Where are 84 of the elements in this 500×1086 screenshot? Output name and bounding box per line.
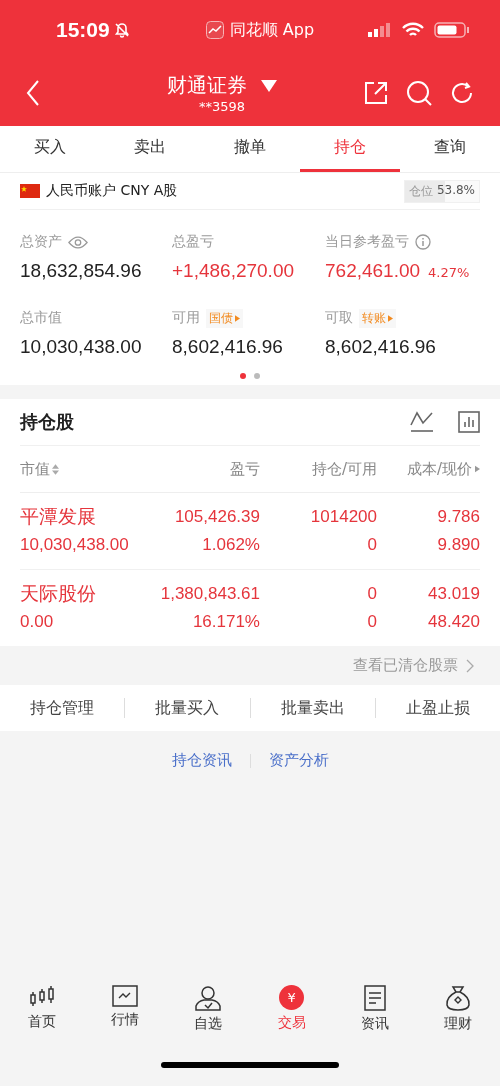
stat-label: 总资产 [20,233,62,251]
nav-tab[interactable]: ¥ 交易 [250,984,334,1044]
table-cell-text: 0 [366,535,377,555]
nav-tab[interactable]: 自选 [166,984,250,1044]
position-meter: 仓位 53.8% [403,179,480,203]
nav-tab[interactable]: 理财 [416,984,500,1044]
holding-row[interactable]: 平潭发展 105,426.39 1014200 9.786 10,030,438.00 1.062% 0 9.890 [20,493,480,570]
money-bag-icon [445,985,472,1011]
account-name: 人民币账户 CNY A股 [46,182,178,200]
status-time: 15:09 [56,18,110,42]
broker-title[interactable]: 财通证券 [167,72,247,99]
holding-row[interactable]: 天际股份 1,380,843.61 0 43.019 0.00 16.171% 0 48.420 [20,570,480,646]
table-cell-text: 0.00 [20,612,55,632]
back-icon[interactable] [26,80,40,106]
sort-icon [52,463,59,475]
trade-tab[interactable]: 撤单 [200,126,300,172]
bell-muted-icon [113,22,130,38]
dropdown-caret-icon[interactable] [261,79,277,92]
trade-tab[interactable]: 查询 [400,126,500,172]
eye-icon[interactable] [68,235,88,249]
table-cell-text: 9.890 [436,535,480,555]
nav-tab[interactable]: 资讯 [333,984,417,1044]
candlestick-icon [28,985,55,1009]
yuan-icon: ¥ [279,985,305,1010]
chevron-right-icon[interactable] [466,658,474,673]
trade-tab[interactable]: 买入 [0,126,100,172]
table-cell-text: 1,380,843.61 [159,584,260,604]
search-icon[interactable] [406,80,432,106]
person-icon [195,985,222,1011]
line-chart-icon[interactable] [410,411,434,433]
table-cell-text: 48.420 [427,612,480,632]
column-header: 盈亏 [229,459,260,479]
table-cell-text: 105,426.39 [173,507,260,527]
document-icon [363,985,386,1011]
triangle-right-icon [475,465,480,473]
table-cell-text: 1014200 [309,507,377,527]
column-header: 持仓/可用 [310,459,377,479]
table-cell-text: 43.019 [427,584,480,604]
nav-tab[interactable]: 行情 [83,984,167,1044]
stat-value: 8,602,416.96 [325,336,436,358]
refresh-icon[interactable] [450,81,474,105]
action-button[interactable]: 止盈止损 [375,696,500,720]
stat-percent: 4.27% [428,265,470,280]
triangle-right-icon [388,314,393,322]
stat-label: 可用 [172,309,200,327]
app-logo-icon [205,21,224,39]
link[interactable]: 持仓资讯 [171,751,232,770]
link[interactable]: 资产分析 [268,751,329,770]
table-cell-text: 0 [366,612,377,632]
stat-label: 总市值 [20,309,62,327]
triangle-right-icon [235,314,240,322]
app-label: 同花顺 App [229,19,315,41]
table-cell-text: 9.786 [436,507,480,527]
signal-icon [368,23,392,37]
action-button[interactable]: 批量卖出 [250,696,375,720]
stat-value: 10,030,438.00 [20,336,142,358]
wifi-icon [402,22,424,38]
china-flag-icon [20,184,40,198]
account-number: **3598 [198,99,246,114]
info-icon[interactable] [415,234,431,250]
chart-monitor-icon [112,985,138,1007]
stat-value: 8,602,416.96 [172,336,283,358]
stock-name: 平潭发展 [20,505,97,529]
share-icon[interactable] [364,81,388,105]
column-header[interactable]: 成本/现价 [377,459,480,479]
stat-label: 可取 [325,309,353,327]
stat-value: 18,632,854.96 [20,260,142,282]
section-title: 持仓股 [20,410,74,434]
trade-tab[interactable]: 卖出 [100,126,200,172]
battery-icon [434,22,470,38]
table-cell-text: 1.062% [201,535,260,555]
stock-name: 天际股份 [20,582,97,606]
stat-label: 总盈亏 [172,233,214,251]
table-cell-text: 10,030,438.00 [20,535,130,555]
bar-chart-icon[interactable] [458,411,480,433]
stat-value: +1,486,270.00 [172,260,295,282]
table-cell-text: 16.171% [191,612,260,632]
action-button[interactable]: 持仓管理 [0,696,125,720]
table-cell-text: 0 [366,584,377,604]
column-header[interactable]: 市值 [20,459,150,479]
stat-value: 762,461.00 [325,260,421,282]
nav-tab[interactable]: 首页 [0,984,84,1044]
action-button[interactable]: 批量买入 [125,696,250,720]
stat-label: 当日参考盈亏 [325,233,409,251]
